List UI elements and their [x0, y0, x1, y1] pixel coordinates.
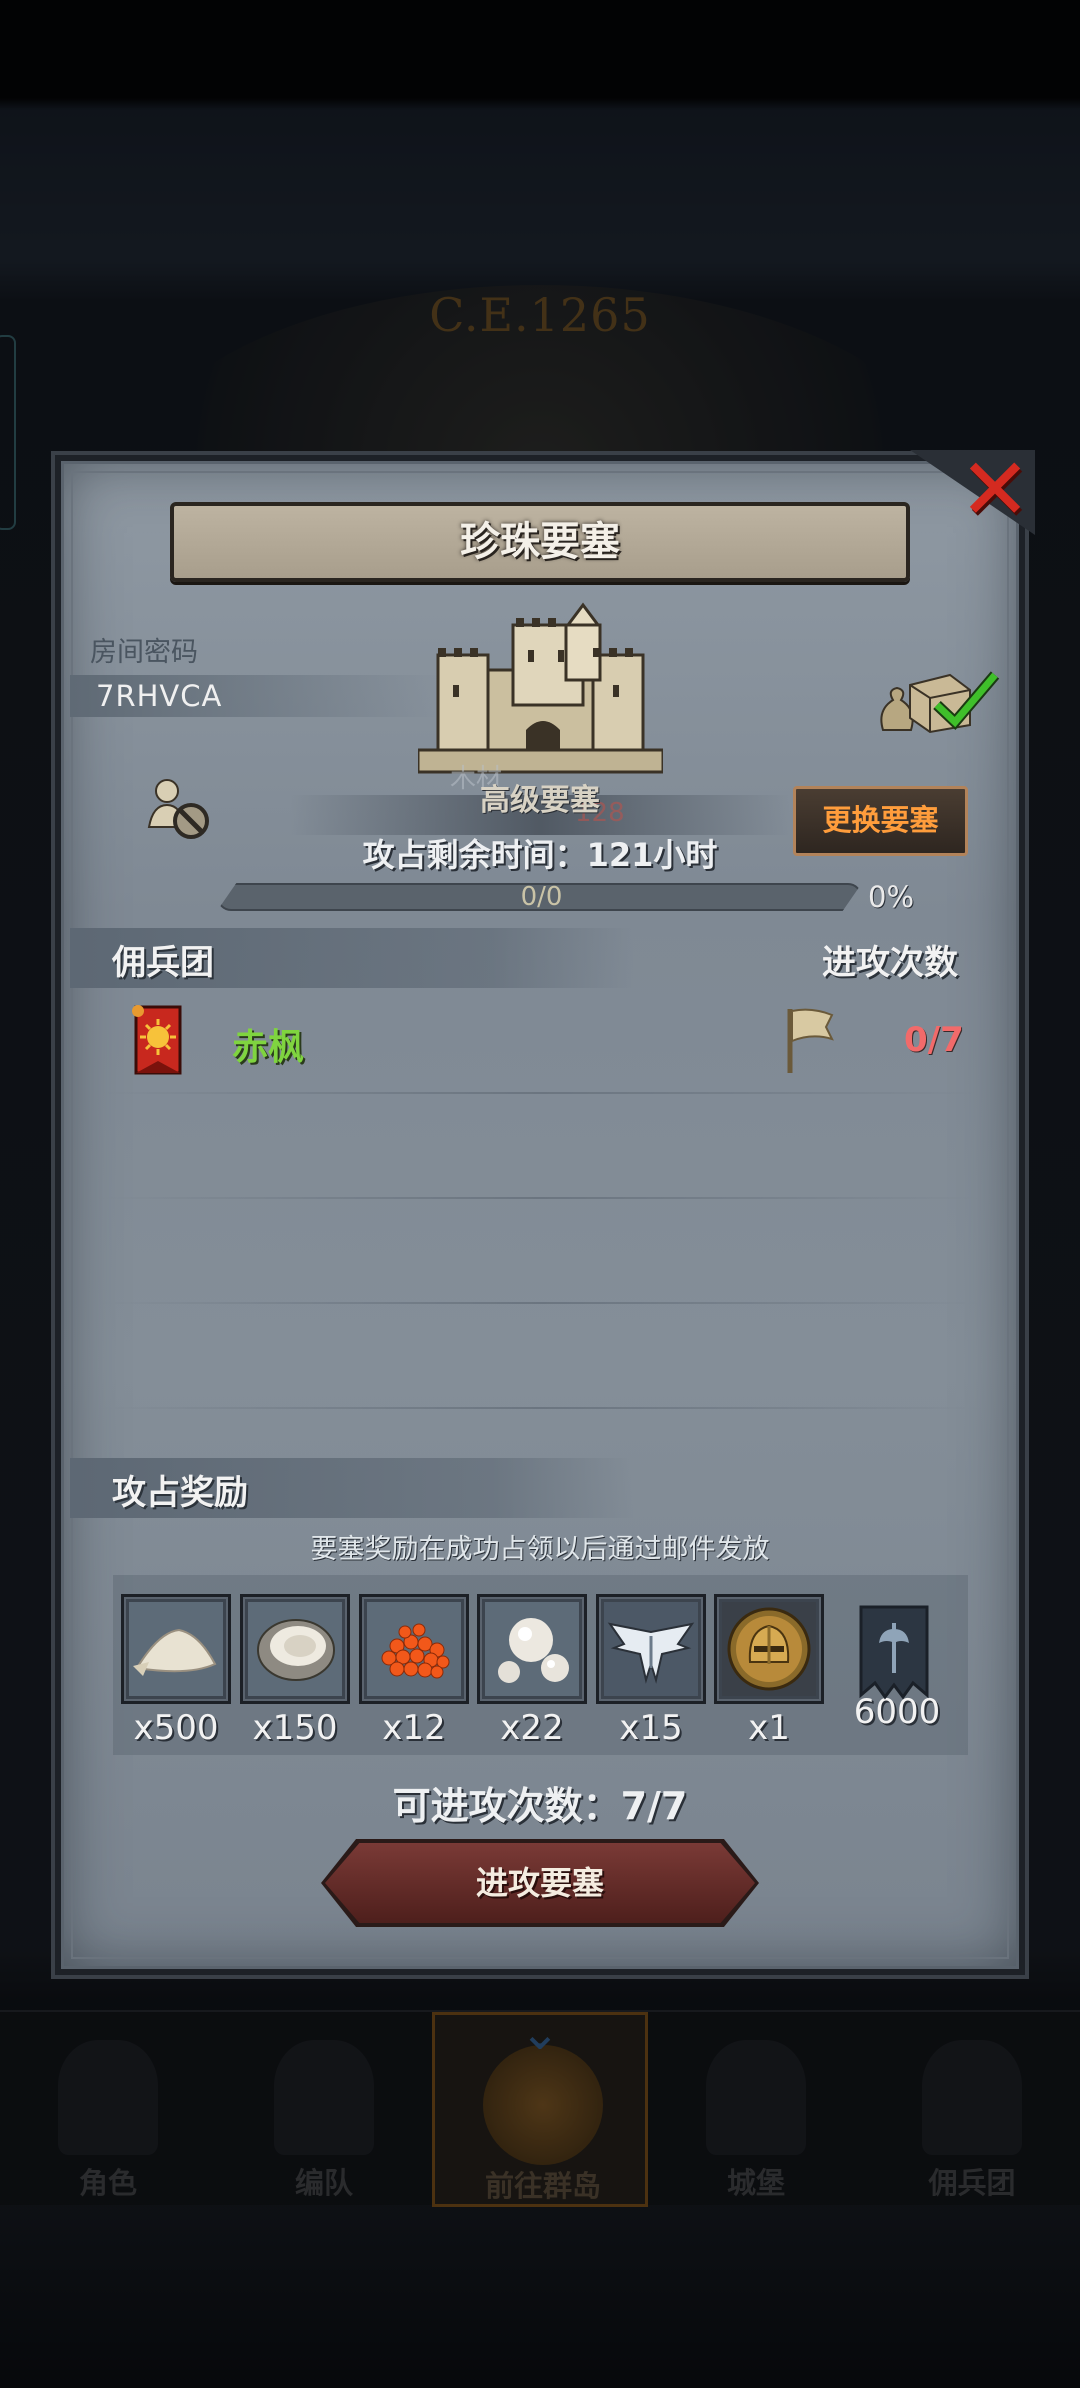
close-button[interactable]: ✕	[910, 440, 1035, 540]
war-banner-icon	[859, 1605, 929, 1700]
reward-slot	[842, 1594, 952, 1704]
rewards-section-title: 攻占奖励	[112, 1473, 248, 1513]
reward-count: x1	[748, 1708, 790, 1748]
reward-item[interactable]: x22	[477, 1594, 587, 1748]
mercenary-section-title: 佣兵团	[112, 943, 214, 983]
attacks-column-header: 进攻次数	[822, 943, 958, 983]
change-fortress-button[interactable]: 更换要塞	[793, 786, 968, 856]
castle-icon	[418, 602, 663, 774]
winged-emblem-icon	[604, 1602, 698, 1696]
reward-slot	[714, 1594, 824, 1704]
reward-slot	[121, 1594, 231, 1704]
reward-count: x15	[619, 1708, 683, 1748]
reward-item[interactable]: x500	[121, 1594, 231, 1748]
no-entry-person-icon	[147, 779, 209, 839]
attacks-available: 可进攻次数：7/7	[392, 1784, 688, 1828]
flag-icon	[787, 1008, 834, 1073]
row-divider	[100, 1407, 980, 1409]
reward-slot	[359, 1594, 469, 1704]
row-divider	[100, 1092, 980, 1094]
reward-item[interactable]: x15	[596, 1594, 706, 1748]
oyster-icon	[248, 1602, 342, 1696]
golden-helmet-icon	[722, 1602, 816, 1696]
reward-count: x22	[500, 1708, 564, 1748]
supplies-check-icon	[880, 671, 1000, 734]
dialog-title: 珍珠要塞	[460, 519, 620, 565]
salt-pile-icon	[129, 1602, 223, 1696]
attack-fortress-button[interactable]: 进攻要塞	[321, 1839, 759, 1927]
title-banner: 珍珠要塞	[170, 502, 910, 582]
row-divider	[100, 1302, 980, 1304]
room-code-value[interactable]: 7RHVCA	[96, 679, 222, 713]
reward-count: x500	[133, 1708, 219, 1748]
fish-roe-icon	[367, 1602, 461, 1696]
reward-item[interactable]: x1	[714, 1594, 824, 1748]
row-divider	[100, 1197, 980, 1199]
reward-item[interactable]: 6000	[842, 1594, 952, 1732]
room-code-label: 房间密码	[90, 637, 198, 668]
reward-count: x12	[382, 1708, 446, 1748]
progress-text: 0/0	[520, 882, 563, 912]
reward-slot	[477, 1594, 587, 1704]
progress-percent: 0%	[868, 880, 915, 914]
rewards-note: 要塞奖励在成功占领以后通过邮件发放	[310, 1534, 770, 1565]
reward-count: x150	[252, 1708, 338, 1748]
mercenary-name: 赤枫	[232, 1027, 305, 1068]
reward-item[interactable]: x150	[240, 1594, 350, 1748]
reward-slot	[240, 1594, 350, 1704]
attack-fortress-label: 进攻要塞	[475, 1864, 604, 1902]
reward-item[interactable]: x12	[359, 1594, 469, 1748]
close-icon: ✕	[958, 440, 1032, 540]
sun-banner-icon	[132, 1005, 182, 1075]
reward-slot	[596, 1594, 706, 1704]
occupation-progress-bar: 0/0	[217, 883, 862, 911]
change-fortress-label: 更换要塞	[822, 803, 939, 837]
pearl-icon	[485, 1602, 579, 1696]
mercenary-attack-count: 0/7	[904, 1020, 964, 1060]
